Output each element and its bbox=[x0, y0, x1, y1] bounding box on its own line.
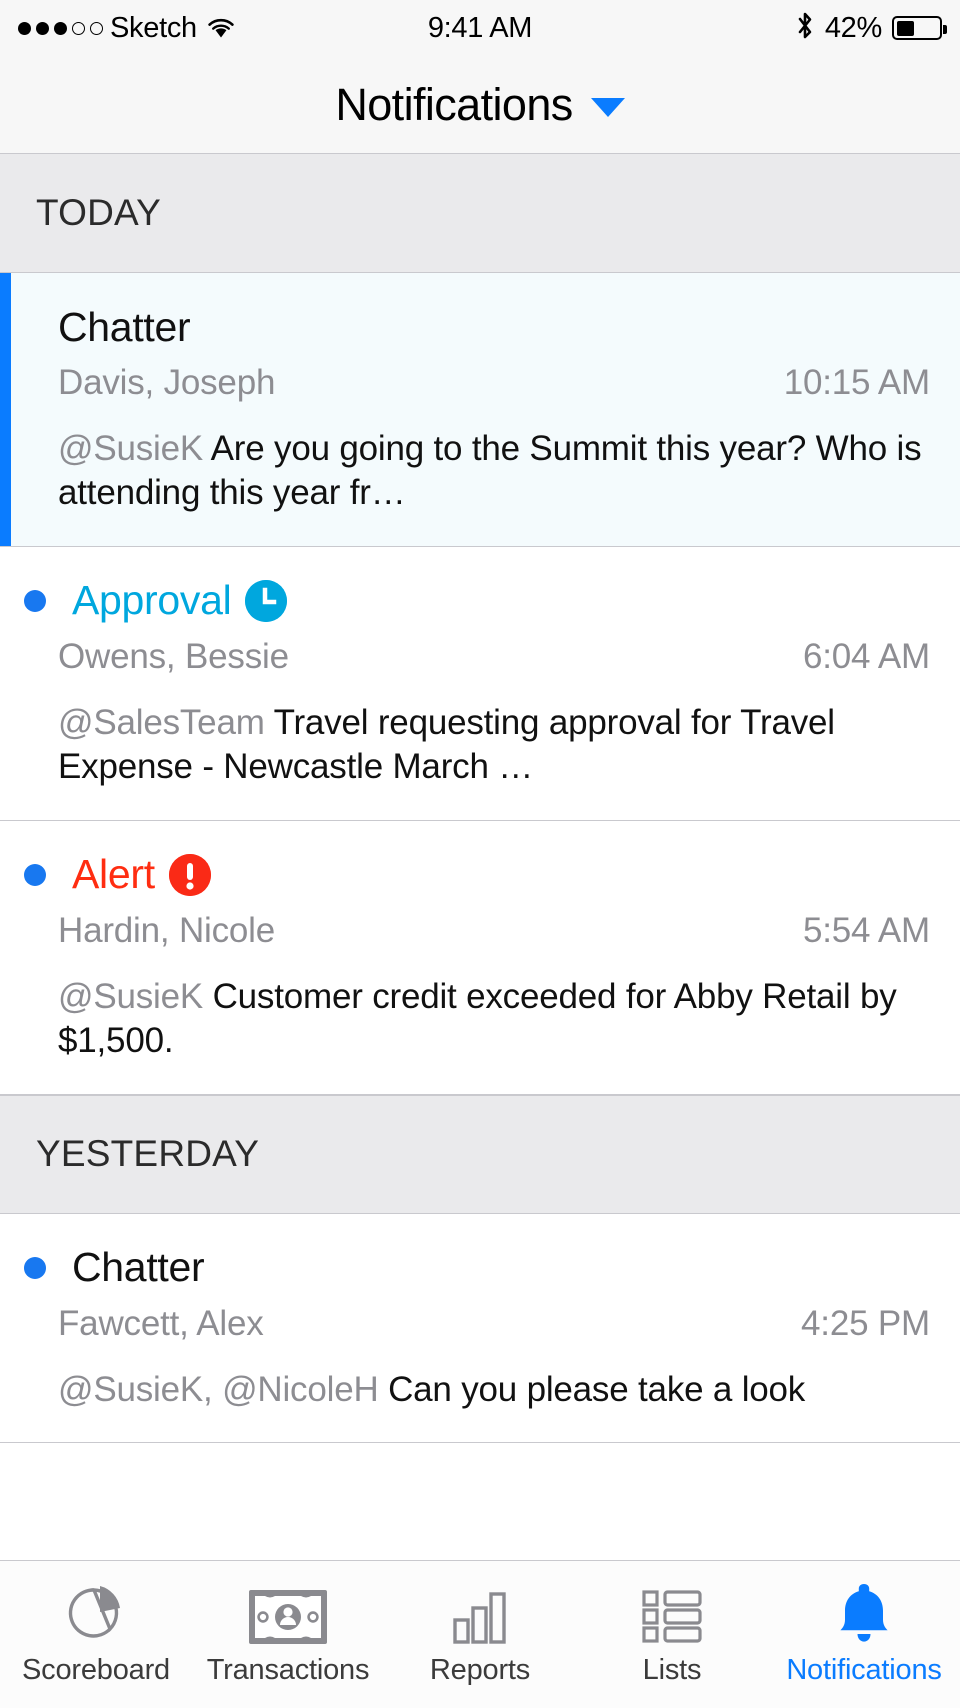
notification-meta: Fawcett, Alex 4:25 PM bbox=[58, 1304, 930, 1344]
notification-sender: Owens, Bessie bbox=[58, 636, 289, 676]
notification-type: Alert bbox=[72, 851, 155, 898]
tab-transactions[interactable]: Transactions bbox=[192, 1561, 384, 1708]
notification-meta: Owens, Bessie 6:04 AM bbox=[58, 637, 930, 677]
notification-time: 6:04 AM bbox=[802, 636, 930, 676]
tab-scoreboard[interactable]: Scoreboard bbox=[0, 1561, 192, 1708]
notification-title-line: Alert bbox=[24, 847, 930, 903]
notification-title-line: Chatter bbox=[24, 1240, 930, 1296]
tab-lists[interactable]: Lists bbox=[576, 1561, 768, 1708]
tab-label: Notifications bbox=[786, 1654, 942, 1686]
notification-sender: Hardin, Nicole bbox=[58, 910, 276, 950]
carrier-name: Sketch bbox=[110, 11, 197, 44]
unread-dot bbox=[24, 863, 46, 886]
section-header: TODAY bbox=[0, 154, 960, 273]
notification-type: Chatter bbox=[72, 1244, 205, 1291]
section-header: YESTERDAY bbox=[0, 1094, 960, 1214]
notification-row[interactable]: Approval Owens, Bessie 6:04 AM @SalesTea… bbox=[0, 546, 960, 821]
wifi-icon bbox=[206, 16, 236, 40]
tab-label: Lists bbox=[642, 1654, 702, 1686]
banknote-icon bbox=[249, 1582, 327, 1644]
clock-badge-icon bbox=[245, 579, 288, 622]
notification-type: Chatter bbox=[58, 303, 191, 350]
notification-mention[interactable]: @SusieK bbox=[58, 429, 203, 468]
notification-time: 10:15 AM bbox=[783, 363, 930, 402]
pie-chart-icon bbox=[63, 1582, 129, 1644]
notification-message: Can you please take a look bbox=[388, 1369, 806, 1409]
notification-sender: Fawcett, Alex bbox=[58, 1303, 264, 1343]
bell-icon bbox=[836, 1582, 892, 1644]
status-bar-left: Sketch bbox=[18, 12, 236, 45]
tab-label: Reports bbox=[429, 1654, 531, 1686]
chevron-down-icon[interactable] bbox=[590, 98, 625, 117]
unread-dot bbox=[24, 589, 46, 612]
notification-time: 5:54 AM bbox=[802, 910, 930, 950]
exclamation-badge-icon bbox=[168, 853, 211, 896]
notification-mention[interactable]: @SusieK, @NicoleH bbox=[58, 1370, 379, 1409]
notification-row[interactable]: Chatter Fawcett, Alex 4:25 PM @SusieK, @… bbox=[0, 1213, 960, 1444]
tab-label: Transactions bbox=[206, 1654, 370, 1686]
notification-title-line: Approval bbox=[24, 573, 930, 629]
bar-chart-icon bbox=[449, 1582, 511, 1644]
notification-time: 4:25 PM bbox=[801, 1303, 930, 1343]
notification-body: @SusieK Customer credit exceeded for Abb… bbox=[58, 975, 930, 1064]
signal-strength-icon bbox=[18, 21, 103, 35]
notification-meta: Hardin, Nicole 5:54 AM bbox=[58, 911, 930, 951]
battery-icon bbox=[892, 16, 947, 40]
tab-label: Scoreboard bbox=[22, 1654, 170, 1686]
list-icon bbox=[641, 1582, 703, 1644]
notification-body: @SalesTeam Travel requesting approval fo… bbox=[58, 701, 930, 790]
notification-row[interactable]: Chatter Davis, Joseph 10:15 AM @SusieK A… bbox=[0, 273, 960, 547]
notification-mention[interactable]: @SusieK bbox=[58, 977, 203, 1016]
unread-dot bbox=[24, 1256, 46, 1279]
tab-bar[interactable]: Scoreboard Transactions Reports Lists No… bbox=[0, 1560, 960, 1708]
notifications-screen: Sketch 9:41 AM 42% Notifications TODAY C… bbox=[0, 0, 960, 1708]
bluetooth-icon bbox=[795, 10, 815, 47]
notification-row[interactable]: Alert Hardin, Nicole 5:54 AM @SusieK Cus… bbox=[0, 820, 960, 1095]
notification-body: @SusieK Are you going to the Summit this… bbox=[58, 427, 930, 516]
page-title: Notifications bbox=[335, 78, 573, 130]
notification-meta: Davis, Joseph 10:15 AM bbox=[58, 363, 930, 403]
notification-list[interactable]: TODAY Chatter Davis, Joseph 10:15 AM @Su… bbox=[0, 154, 960, 1560]
tab-notifications[interactable]: Notifications bbox=[768, 1561, 960, 1708]
notification-type: Approval bbox=[72, 577, 232, 624]
notification-sender: Davis, Joseph bbox=[58, 363, 276, 402]
tab-reports[interactable]: Reports bbox=[384, 1561, 576, 1708]
navigation-bar[interactable]: Notifications bbox=[0, 56, 960, 154]
notification-body: @SusieK, @NicoleH Can you please take a … bbox=[58, 1368, 930, 1412]
notification-mention[interactable]: @SalesTeam bbox=[58, 703, 265, 742]
status-bar: Sketch 9:41 AM 42% bbox=[0, 0, 960, 56]
status-bar-right: 42% bbox=[795, 10, 947, 47]
notification-title-line: Chatter bbox=[58, 299, 930, 355]
battery-percent: 42% bbox=[824, 11, 882, 44]
